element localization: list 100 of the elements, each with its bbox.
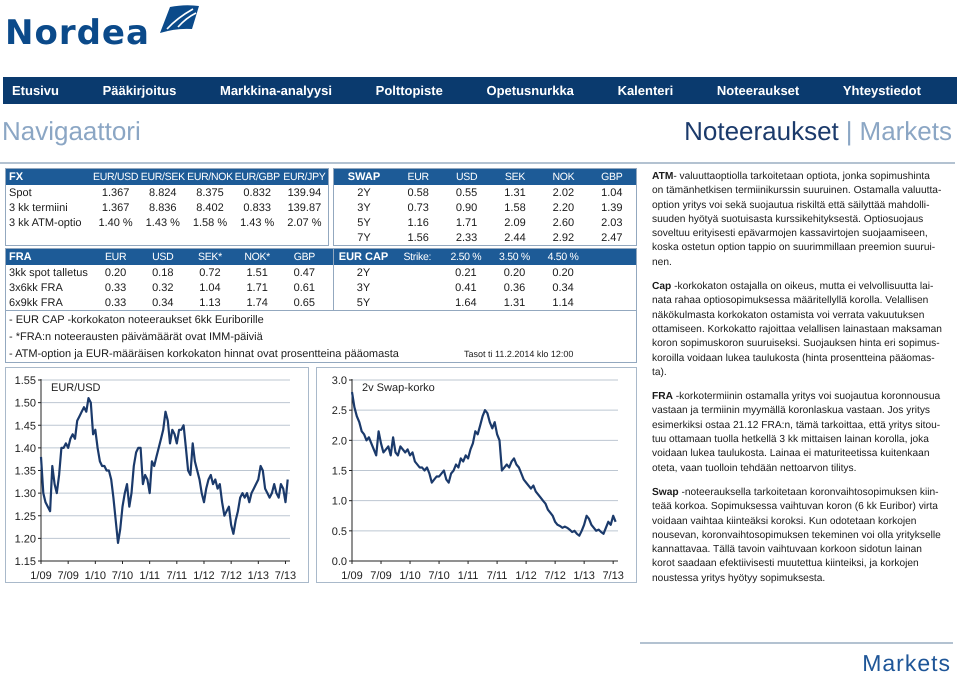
row-label: 2Y xyxy=(356,186,372,198)
table-cell-text: 0.61 xyxy=(292,282,316,294)
x-tick-label: 7/10 xyxy=(112,570,134,582)
table-title: FRA xyxy=(8,251,33,263)
legend-label: 2v Swap-korko xyxy=(362,382,435,394)
table-cell-text: 1.43 % xyxy=(239,216,276,228)
row-label: 3x6kk FRA xyxy=(8,282,64,294)
table-cell-text: 1.58 % xyxy=(192,216,228,228)
table-cell-text: 2.33 xyxy=(454,232,478,244)
nav-link[interactable]: Pääkirjoitus xyxy=(102,83,176,98)
nav-link[interactable]: Yhteystiedot xyxy=(842,83,921,98)
nav-link[interactable]: Opetusnurkka xyxy=(486,83,574,98)
row-label: 6x9kk FRA xyxy=(8,296,64,308)
table-cell-text: 0.41 xyxy=(454,282,478,294)
table-cell-text: 139.87 xyxy=(286,202,322,214)
table-cell-text: 0.55 xyxy=(454,186,478,198)
page-heading: Navigaattori xyxy=(2,116,141,146)
nav-link[interactable]: Polttopiste xyxy=(376,83,443,98)
nav-link[interactable]: Etusivu xyxy=(12,83,59,98)
table-cell-text: 1.40 % xyxy=(97,216,134,228)
x-tick-label: 1/11 xyxy=(139,570,160,582)
table-cell-text: 0.20 xyxy=(551,266,575,278)
column-header: GBP xyxy=(600,171,624,183)
table-cell-text: 1.71 xyxy=(245,282,269,294)
column-header: SEK* xyxy=(197,251,223,263)
table-cell-text: 0.36 xyxy=(502,282,526,294)
row-label: 3 kk ATM-optio xyxy=(8,216,83,228)
table-cell-text: 1.64 xyxy=(454,296,478,308)
x-tick-label: 1/12 xyxy=(515,570,537,582)
table-cell-text: 0.33 xyxy=(104,296,128,308)
y-tick-label: 1.45 xyxy=(14,420,36,432)
table-cell-text: 8.402 xyxy=(195,202,225,214)
table-cell-text: 8.836 xyxy=(148,202,178,214)
y-tick-label: 1.5 xyxy=(332,466,347,478)
table-cell-text: 0.21 xyxy=(454,266,478,278)
table-cell-text: 1.31 xyxy=(502,296,526,308)
x-tick-label: 7/09 xyxy=(57,570,79,582)
table-title: FX xyxy=(8,171,24,183)
x-tick-label: 1/11 xyxy=(458,570,478,582)
table-cell-text: 0.65 xyxy=(292,296,316,308)
x-tick-label: 7/13 xyxy=(274,570,296,582)
info-paragraph: FRA -korkotermiinin ostamalla yritys voi suojautua koronnousua vastaan ja termiinin myymällä koronlaskua vastaan. Jos yritys esimerkiksi ostaa 21.12 FRA:n, tämä tarkoittaa, että yritys sitou- tuu ottamaan tuolla hetkellä 3 kk mittaisen lainan korolla, joka voidaan lukea taulukosta. Lainaa ei maturiteetissa kuitenkaan oteta, vaan tuolloin tehdään nettoarvon tilitys. xyxy=(652,390,942,476)
y-tick-label: 1.0 xyxy=(332,496,347,508)
table-cell-text: 2.02 xyxy=(552,186,576,198)
note-text: - EUR CAP -korkokaton noteeraukset 6kk Euriborille xyxy=(9,314,265,326)
timestamp-text: Tasot ti 11.2.2014 klo 12:00 xyxy=(464,348,574,358)
table-cell-text: 2.44 xyxy=(503,232,527,244)
table-cell-text: 0.33 xyxy=(104,282,128,294)
note-text: - ATM-option ja EUR-määräisen korkokaton hinnat ovat prosentteina pääomasta xyxy=(9,348,400,360)
x-tick-label: 1/09 xyxy=(341,570,363,582)
y-tick-label: 0.5 xyxy=(332,526,347,538)
column-header: EUR/JPY xyxy=(282,171,327,183)
table-cell-text: 1.13 xyxy=(198,296,222,308)
table-cell-text: 2.03 xyxy=(600,216,624,228)
table-cell-text: 0.72 xyxy=(198,266,222,278)
table-cell-text: 0.18 xyxy=(151,266,174,278)
x-tick-label: 1/10 xyxy=(399,570,421,582)
table-cell-text: 1.56 xyxy=(406,232,430,244)
column-header: EUR/GBP xyxy=(234,171,281,183)
row-label: 5Y xyxy=(356,216,372,228)
column-header: Strike: xyxy=(402,251,432,263)
x-tick-label: 1/12 xyxy=(193,570,215,582)
nav-link[interactable]: Noteeraukset xyxy=(716,83,800,98)
logo-text: Nordea xyxy=(5,13,150,53)
table-cell-text: 1.39 xyxy=(600,202,624,214)
column-header: EUR xyxy=(406,171,430,183)
column-header: EUR/SEK xyxy=(140,171,186,183)
x-tick-label: 7/10 xyxy=(428,570,450,582)
table-cell-text: 2.07 % xyxy=(286,216,323,228)
table-cell-text: 0.34 xyxy=(551,282,575,294)
row-label: 3 kk termiini xyxy=(8,202,69,214)
nav-link[interactable]: Markkina-analyysi xyxy=(220,83,332,98)
table-cell-text: 1.31 xyxy=(503,186,527,198)
table-cell-text: 2.92 xyxy=(552,232,576,244)
row-label: 3kk spot talletus xyxy=(8,266,89,278)
y-tick-label: 1.30 xyxy=(14,488,36,500)
column-header: EUR xyxy=(104,251,128,263)
table-cell-text: 1.16 xyxy=(406,216,430,228)
row-label: 3Y xyxy=(356,202,372,214)
x-tick-label: 7/11 xyxy=(486,570,508,582)
table-cell-text: 2.60 xyxy=(552,216,576,228)
x-tick-label: 7/12 xyxy=(220,570,242,582)
table-cell-text: 1.74 xyxy=(245,296,269,308)
column-header: 4.50 % xyxy=(546,251,580,263)
table-cell-text: 139.94 xyxy=(286,186,322,198)
title-separator: | xyxy=(846,116,853,146)
column-header: USD xyxy=(151,251,174,263)
section-title: Noteeraukset xyxy=(684,116,839,146)
table-cell-text: 0.90 xyxy=(454,202,478,214)
table-title: SWAP xyxy=(346,171,382,183)
x-tick-label: 1/09 xyxy=(30,570,52,582)
table-cell-text: 8.824 xyxy=(148,186,178,198)
column-header: EUR/USD xyxy=(92,171,140,183)
nav-link[interactable]: Kalenteri xyxy=(618,83,674,98)
row-label: 7Y xyxy=(356,232,372,244)
table-cell-text: 1.58 xyxy=(503,202,527,214)
row-label: 3Y xyxy=(356,282,372,294)
x-tick-label: 1/13 xyxy=(248,570,270,582)
column-header: USD xyxy=(454,171,478,183)
table-cell-text: 1.43 % xyxy=(144,216,181,228)
